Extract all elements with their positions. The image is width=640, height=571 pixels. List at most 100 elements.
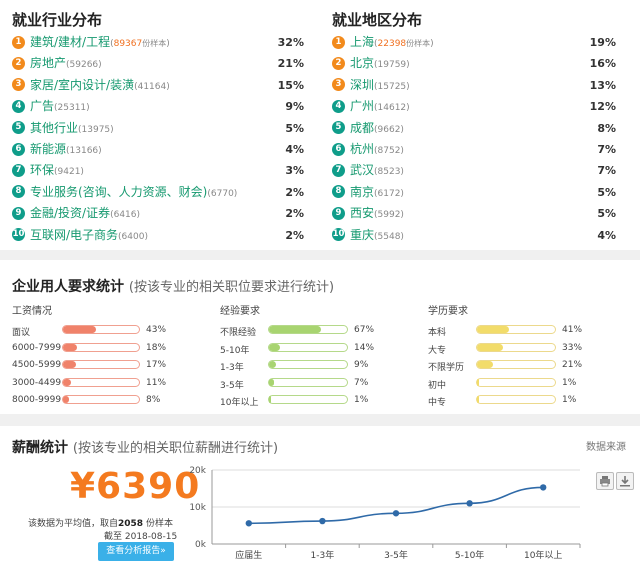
requirement-row: 10年以上 1% [220, 392, 400, 410]
sample-count: (9662) [374, 124, 404, 135]
region-item: 3 深圳(15725) 13% [320, 75, 640, 96]
industry-name-link[interactable]: 专业服务(咨询、人力资源、财会)(6770) [30, 182, 237, 205]
requirement-row: 3-5年 7% [220, 375, 400, 393]
view-report-button[interactable]: 查看分析报告» [98, 542, 174, 561]
salary-line-chart: 0k 10k 20k 应届生 1-3年 3-5年 5-10年 10年以上 [189, 466, 581, 561]
printer-icon[interactable] [596, 472, 614, 490]
salary-subtitle: (按该专业的相关职位薪酬进行统计) [72, 441, 279, 456]
rank-badge: 4 [12, 99, 25, 113]
sample-count: (19759) [374, 60, 410, 71]
percent-bar-fill [477, 378, 480, 386]
region-name-link[interactable]: 成都(9662) [350, 118, 404, 141]
salary-data-point [245, 520, 252, 527]
region-name-link[interactable]: 深圳(15725) [350, 75, 410, 98]
percent-bar [62, 395, 140, 405]
row-label: 大专 [428, 345, 447, 356]
industry-name-link[interactable]: 家居/室内设计/装潢(41164) [30, 75, 170, 98]
x-tick-label: 1-3年 [311, 549, 335, 561]
rank-badge: 8 [332, 185, 345, 199]
requirement-column: 工资情况面议 43% 6000-7999 18% 4500-5999 17% 3000-44… [12, 302, 192, 410]
column-heading: 工资情况 [12, 306, 52, 317]
sample-count: (9421) [54, 167, 84, 178]
percent-bar [268, 342, 348, 352]
percent-bar [268, 360, 348, 370]
region-name-link[interactable]: 北京(19759) [350, 53, 410, 76]
download-icon[interactable] [616, 472, 634, 490]
region-name-link[interactable]: 南京(6172) [350, 182, 404, 205]
share-percent: 13% [589, 78, 616, 92]
share-percent: 16% [589, 57, 616, 71]
requirements-title: 企业用人要求统计 (按该专业的相关职位要求进行统计) [12, 276, 334, 296]
percent-bar-fill [63, 378, 72, 386]
share-percent: 4% [597, 228, 616, 242]
industry-item: 8 专业服务(咨询、人力资源、财会)(6770) 2% [0, 182, 310, 203]
industry-item: 4 广告(25311) 9% [0, 96, 310, 117]
share-percent: 7% [597, 164, 616, 178]
percent-bar [476, 325, 556, 334]
region-item: 1 上海(22398份样本) 19% [320, 32, 640, 53]
industry-name-link[interactable]: 房地产(59266) [30, 53, 102, 76]
percent-bar-fill [269, 326, 322, 333]
percent-bar-fill [269, 343, 280, 351]
column-heading: 学历要求 [428, 306, 468, 317]
sample-count: (22398份样本) [374, 39, 434, 49]
region-item: 2 北京(19759) 16% [320, 53, 640, 74]
region-distribution: 就业地区分布 1 上海(22398份样本) 19% 2 北京(19759) 16% 3 深圳(… [320, 0, 640, 246]
industry-item: 7 环保(9421) 3% [0, 160, 310, 181]
requirements-subtitle: (按该专业的相关职位要求进行统计) [128, 280, 335, 295]
row-percent: 33% [562, 342, 583, 353]
share-percent: 8% [597, 121, 616, 135]
region-name-link[interactable]: 重庆(5548) [350, 225, 404, 248]
industry-item: 5 其他行业(13975) 5% [0, 118, 310, 139]
percent-bar [476, 377, 556, 387]
region-name-link[interactable]: 广州(14612) [350, 96, 410, 119]
region-item: 9 西安(5992) 5% [320, 203, 640, 224]
industry-name-link[interactable]: 广告(25311) [30, 96, 90, 119]
row-label: 3000-4499 [12, 377, 62, 388]
sample-count: (6172) [374, 188, 404, 199]
requirement-row: 面议 43% [12, 322, 192, 340]
industry-name-link[interactable]: 新能源(13166) [30, 139, 102, 162]
salary-date: 截至 2018-08-15 [104, 532, 178, 542]
sample-count: (41164) [134, 81, 170, 92]
salary-data-point [319, 517, 326, 525]
region-name-link[interactable]: 杭州(8752) [350, 139, 404, 162]
rank-badge: 1 [12, 35, 25, 49]
rank-badge: 7 [332, 164, 345, 178]
share-percent: 2% [285, 228, 304, 242]
requirement-row: 6000-7999 18% [12, 340, 192, 358]
data-source-link[interactable]: 数据来源 [586, 438, 626, 453]
row-percent: 18% [146, 342, 167, 353]
percent-bar-fill [269, 378, 275, 386]
rank-badge: 6 [12, 142, 25, 156]
requirement-row: 4500-5999 17% [12, 357, 192, 375]
y-tick-label: 10k [189, 503, 206, 513]
row-label: 中专 [428, 398, 447, 409]
industry-name-link[interactable]: 互联网/电子商务(6400) [30, 225, 148, 248]
row-percent: 1% [562, 377, 577, 388]
requirement-row: 不限经验 67% [220, 322, 400, 340]
x-tick-label: 应届生 [235, 549, 262, 561]
share-percent: 4% [285, 142, 304, 156]
industry-name-link[interactable]: 建筑/建材/工程(89367份样本) [30, 32, 170, 55]
rank-badge: 6 [332, 142, 345, 156]
region-name-link[interactable]: 西安(5992) [350, 203, 404, 226]
requirements-title-text: 企业用人要求统计 [12, 279, 124, 295]
industry-name-link[interactable]: 环保(9421) [30, 160, 84, 183]
requirement-row: 1-3年 9% [220, 357, 400, 375]
industry-name-link[interactable]: 其他行业(13975) [30, 118, 114, 141]
row-label: 不限经验 [220, 328, 257, 338]
rank-badge: 10 [332, 228, 345, 242]
x-tick-label: 10年以上 [524, 549, 562, 561]
region-name-link[interactable]: 上海(22398份样本) [350, 32, 434, 55]
percent-bar [476, 342, 556, 352]
region-name-link[interactable]: 武汉(8523) [350, 160, 404, 183]
share-percent: 5% [597, 185, 616, 199]
row-label: 初中 [428, 380, 447, 391]
row-label: 面议 [12, 328, 31, 338]
note-suffix: 份样本 [145, 519, 173, 529]
industry-name-link[interactable]: 金融/投资/证券(6416) [30, 203, 140, 226]
row-percent: 11% [146, 377, 167, 388]
row-label: 不限学历 [428, 363, 465, 374]
rank-badge: 3 [332, 78, 345, 92]
